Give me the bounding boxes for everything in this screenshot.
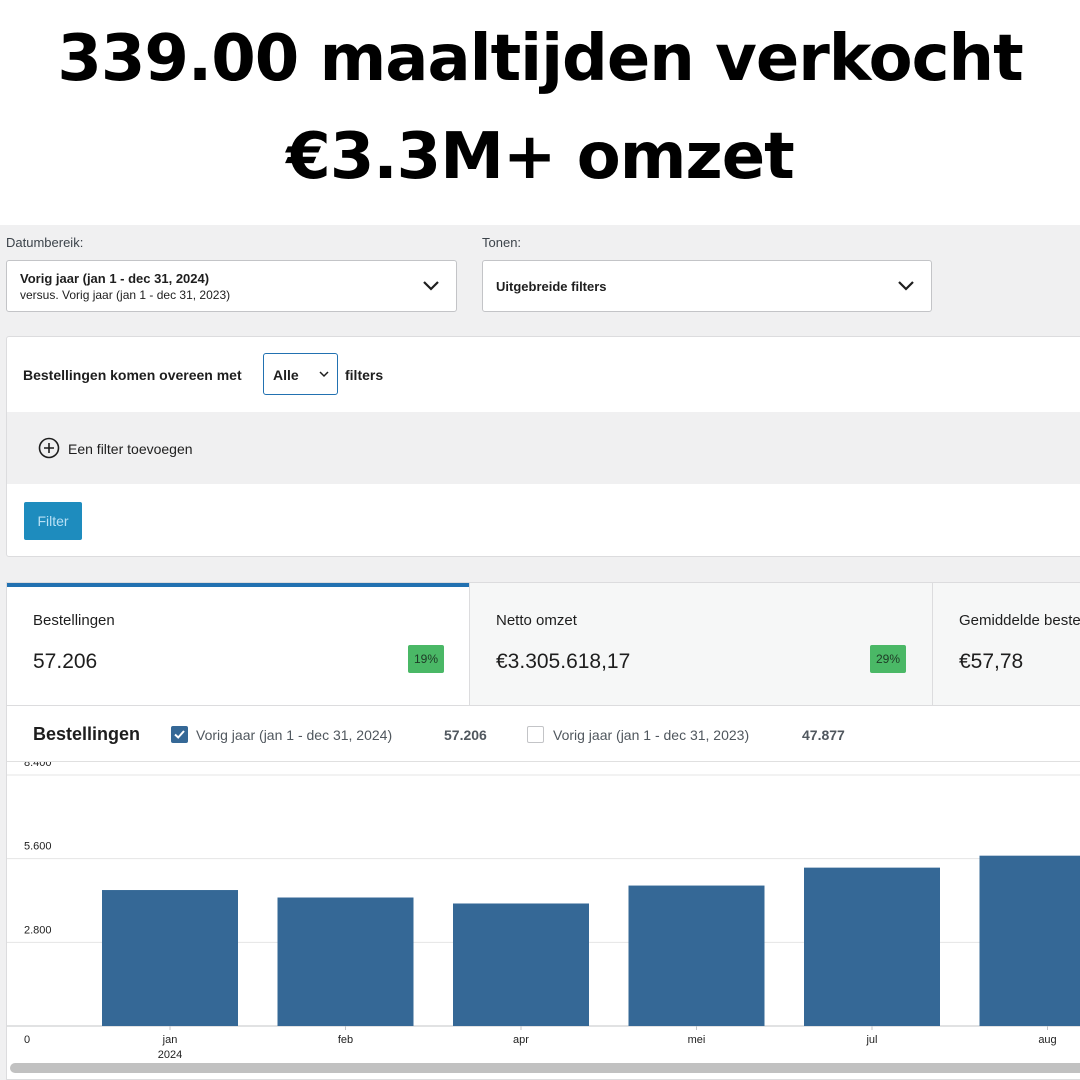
stat-value: €3.305.618,17 (496, 650, 631, 673)
y-tick-label: 5.600 (24, 841, 52, 853)
stat-orders[interactable]: Bestellingen 57.206 19% (7, 583, 469, 705)
show-label: Tonen: (482, 235, 522, 250)
headline-line-2: €3.3M+ omzet (286, 120, 794, 194)
x-tick-sub-label: 2024 (158, 1049, 182, 1061)
filter-card: Bestellingen komen overeen met Alle filt… (6, 336, 1080, 557)
legend-checkbox-primary[interactable] (171, 726, 188, 743)
match-prefix: Bestellingen komen overeen met (23, 367, 242, 383)
add-filter-label[interactable]: Een filter toevoegen (68, 441, 193, 457)
legend-compare-period: Vorig jaar (jan 1 - dec 31, 2023) (553, 727, 750, 743)
change-badge: 19% (408, 645, 444, 673)
date-range-select[interactable]: Vorig jaar (jan 1 - dec 31, 2024) versus… (6, 260, 457, 312)
date-range-compare: versus. Vorig jaar (jan 1 - dec 31, 2023… (20, 288, 231, 302)
show-select[interactable]: Uitgebreide filters (482, 260, 932, 312)
chevron-down-icon (319, 371, 329, 378)
legend-compare-total: 47.877 (802, 727, 845, 743)
show-value: Uitgebreide filters (496, 279, 607, 294)
bar (979, 855, 1080, 1026)
match-suffix: filters (345, 367, 384, 383)
stat-label: Netto omzet (496, 612, 577, 629)
analytics-panel: Datumbereik: Vorig jaar (jan 1 - dec 31,… (0, 225, 1080, 1080)
bar (453, 903, 589, 1026)
chevron-down-icon (898, 281, 914, 291)
chart-title: Bestellingen (33, 724, 141, 744)
stat-average-order[interactable]: Gemiddelde beste €57,78 (933, 583, 1080, 705)
bar (102, 890, 238, 1026)
headline-line-1: 339.00 maaltijden verkocht (57, 22, 1023, 96)
y-tick-label: 8.400 (24, 762, 52, 769)
x-tick-label: jan (162, 1034, 178, 1046)
stat-label: Bestellingen (33, 612, 115, 629)
chevron-down-icon (423, 281, 439, 291)
match-select[interactable]: Alle (263, 353, 338, 395)
checkmark-icon (174, 730, 185, 739)
x-tick-label: apr (513, 1034, 529, 1046)
date-range-label: Datumbereik: (6, 235, 84, 250)
stat-value: 57.206 (33, 650, 98, 673)
legend-checkbox-compare[interactable] (527, 726, 544, 743)
chart-card: Bestellingen Vorig jaar (jan 1 - dec 31,… (6, 705, 1080, 1080)
plus-circle-icon[interactable] (38, 437, 60, 459)
stat-value: €57,78 (959, 650, 1024, 673)
bar (628, 885, 765, 1026)
change-badge: 29% (870, 645, 906, 673)
match-value: Alle (273, 367, 299, 383)
stats-row: Bestellingen 57.206 19% Netto omzet €3.3… (6, 582, 1080, 705)
bar (277, 897, 414, 1026)
date-range-main: Vorig jaar (jan 1 - dec 31, 2024) (20, 271, 210, 286)
x-tick-label: aug (1038, 1034, 1056, 1046)
x-tick-label: mei (688, 1034, 706, 1046)
filter-button[interactable]: Filter (24, 502, 82, 540)
bar (804, 867, 940, 1026)
active-tab-indicator (7, 583, 469, 587)
add-filter-row[interactable]: Een filter toevoegen (7, 412, 1080, 484)
x-tick-label: jul (865, 1034, 877, 1046)
horizontal-scrollbar[interactable] (10, 1063, 1080, 1073)
legend-primary-period: Vorig jaar (jan 1 - dec 31, 2024) (196, 727, 393, 743)
y-tick-label: 0 (24, 1034, 30, 1046)
orders-bar-chart: 0 2.800 5.600 8.400 jan 2024 feb apr mei jul aug (7, 762, 1080, 1061)
x-tick-label: feb (338, 1034, 353, 1046)
y-tick-label: 2.800 (24, 924, 52, 936)
stat-label: Gemiddelde beste (959, 612, 1080, 629)
stat-net-revenue[interactable]: Netto omzet €3.305.618,17 29% (470, 583, 932, 705)
legend-primary-total: 57.206 (444, 727, 487, 743)
